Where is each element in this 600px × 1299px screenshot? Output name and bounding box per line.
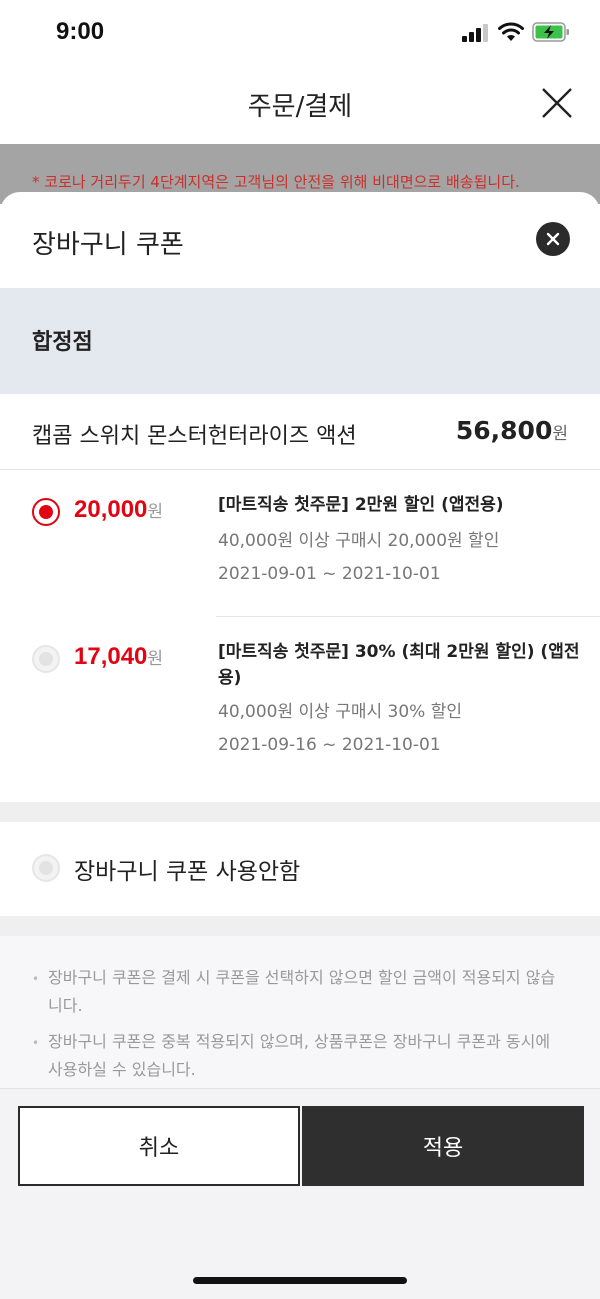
coupon-amount: 20,000원 xyxy=(74,496,163,524)
home-indicator[interactable] xyxy=(193,1277,407,1284)
coupon-radio-unselected[interactable] xyxy=(32,645,60,673)
coupon-amount-value: 17,040 xyxy=(74,643,148,670)
bullet-icon: • xyxy=(32,972,40,986)
coupon-condition: 40,000원 이상 구매시 20,000원 할인 xyxy=(218,531,500,551)
product-row: 캡콤 스위치 몬스터헌터라이즈 액션 56,800원 xyxy=(0,394,600,470)
note-item: 장바구니 쿠폰은 중복 적용되지 않으며, 상품쿠폰은 장바구니 쿠폰과 동시에… xyxy=(48,1032,551,1079)
section-gap xyxy=(0,916,600,936)
sheet-footer: 취소 적용 xyxy=(0,1088,600,1299)
close-icon[interactable] xyxy=(540,86,574,120)
product-price-value: 56,800 xyxy=(455,416,553,445)
coupon-title: [마트직송 첫주문] 30% (최대 2만원 할인) (앱전용) xyxy=(218,642,580,688)
no-coupon-radio[interactable] xyxy=(32,854,60,882)
coupon-period: 2021-09-16 ~ 2021-10-01 xyxy=(218,735,441,755)
battery-charging-icon xyxy=(532,22,569,42)
sheet-title: 장바구니 쿠폰 xyxy=(32,230,184,260)
sheet-close-button[interactable] xyxy=(536,222,570,256)
cart-coupon-sheet: 장바구니 쿠폰 합정점 캡콤 스위치 몬스터헌터라이즈 액션 56,800원 2… xyxy=(0,192,600,1299)
coupon-option[interactable]: 17,040원 [마트직송 첫주문] 30% (최대 2만원 할인) (앱전용)… xyxy=(0,617,600,802)
status-bar: 9:00 xyxy=(0,0,600,66)
section-gap xyxy=(0,802,600,822)
product-price: 56,800원 xyxy=(456,416,568,445)
bullet-icon: • xyxy=(32,1036,40,1050)
coupon-amount-value: 20,000 xyxy=(74,496,148,523)
status-time: 9:00 xyxy=(56,18,105,45)
product-name: 캡콤 스위치 몬스터헌터라이즈 액션 xyxy=(32,424,357,449)
coupon-condition: 40,000원 이상 구매시 30% 할인 xyxy=(218,702,463,722)
coupon-title: [마트직송 첫주문] 2만원 할인 (앱전용) xyxy=(218,495,504,515)
no-coupon-option[interactable]: 장바구니 쿠폰 사용안함 xyxy=(0,822,600,916)
coupon-radio-selected[interactable] xyxy=(32,498,60,526)
store-name: 합정점 xyxy=(32,330,93,355)
coupon-amount: 17,040원 xyxy=(74,643,163,671)
apply-button[interactable]: 적용 xyxy=(302,1106,584,1186)
coupon-period: 2021-09-01 ~ 2021-10-01 xyxy=(218,564,441,584)
store-header: 합정점 xyxy=(0,288,600,394)
no-coupon-label: 장바구니 쿠폰 사용안함 xyxy=(74,859,301,885)
note-item: 장바구니 쿠폰은 결제 시 쿠폰을 선택하지 않으면 할인 금액이 적용되지 않… xyxy=(48,968,556,1015)
coupon-option[interactable]: 20,000원 [마트직송 첫주문] 2만원 할인 (앱전용) 40,000원 … xyxy=(0,470,600,616)
cellular-signal-icon xyxy=(462,24,488,42)
currency-label: 원 xyxy=(147,502,164,522)
page-header: 주문/결제 xyxy=(0,66,600,144)
currency-label: 원 xyxy=(552,424,568,444)
close-icon xyxy=(546,232,560,246)
coupon-notes: • 장바구니 쿠폰은 결제 시 쿠폰을 선택하지 않으면 할인 금액이 적용되지… xyxy=(0,936,600,1088)
currency-label: 원 xyxy=(147,649,164,669)
cancel-button[interactable]: 취소 xyxy=(18,1106,300,1186)
wifi-icon xyxy=(498,22,524,41)
covid-notice: * 코로나 거리두기 4단계지역은 고객님의 안전을 위해 비대면으로 배송됩니… xyxy=(32,173,520,191)
page-title: 주문/결제 xyxy=(247,92,353,122)
